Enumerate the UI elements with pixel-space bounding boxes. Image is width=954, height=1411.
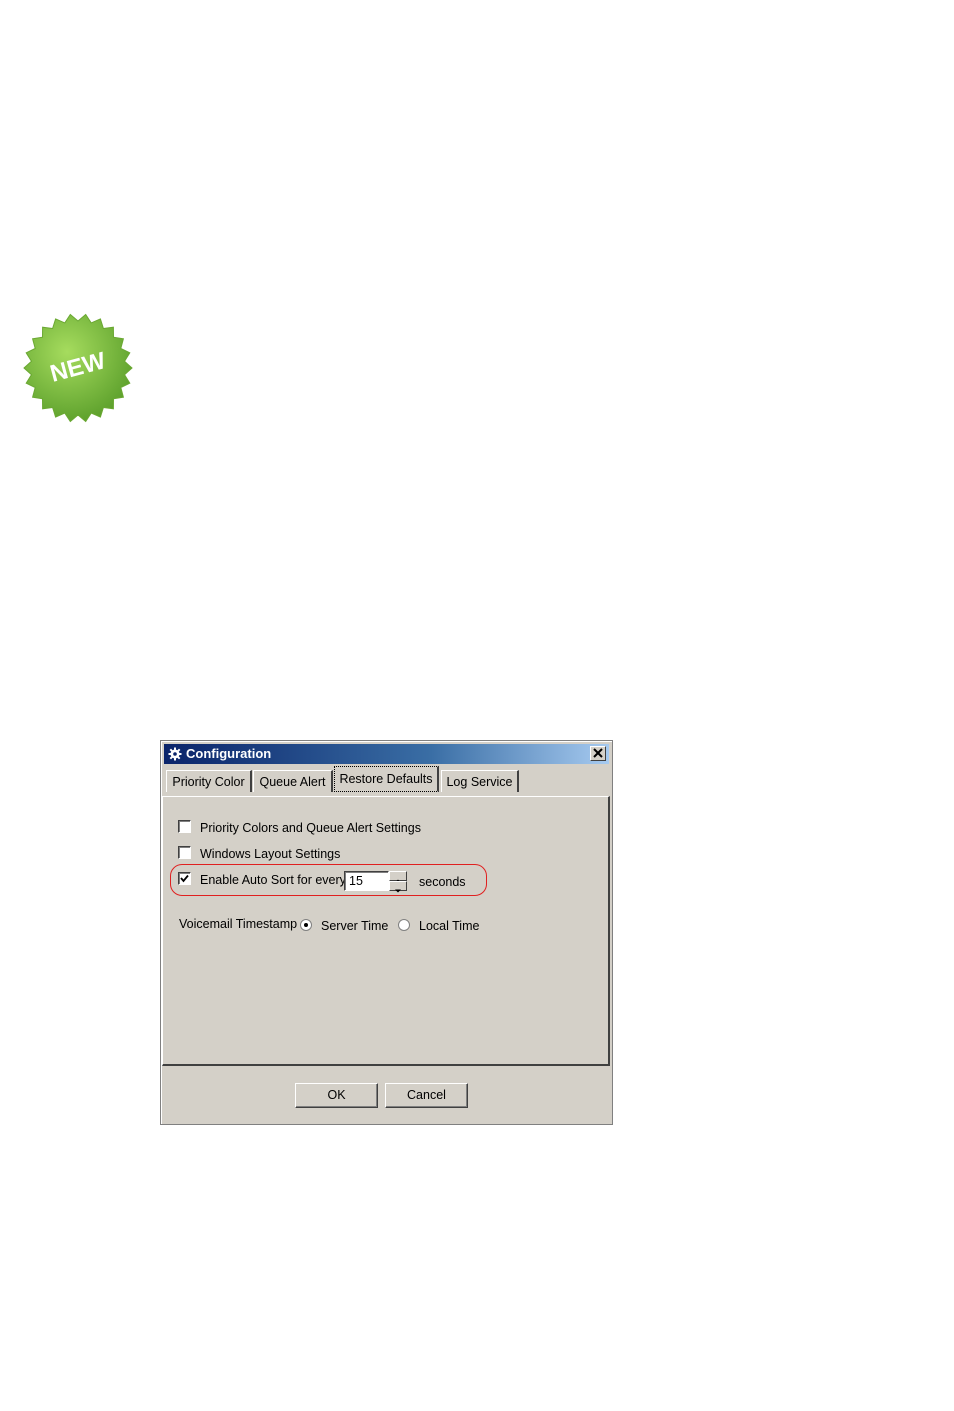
cancel-button[interactable]: Cancel bbox=[385, 1083, 468, 1108]
server-time-label: Server Time bbox=[321, 919, 389, 933]
priority-colors-label: Priority Colors and Queue Alert Settings bbox=[200, 821, 421, 835]
title-bar[interactable]: Configuration bbox=[164, 744, 609, 764]
new-badge: NEW bbox=[22, 312, 134, 424]
windows-layout-label: Windows Layout Settings bbox=[200, 847, 341, 861]
windows-layout-checkbox[interactable] bbox=[178, 846, 191, 859]
gear-icon bbox=[168, 747, 182, 761]
auto-sort-spinner bbox=[389, 871, 407, 893]
close-icon bbox=[593, 748, 603, 758]
server-time-radio[interactable] bbox=[300, 919, 312, 931]
dialog-title: Configuration bbox=[186, 746, 272, 761]
tab-log-service[interactable]: Log Service bbox=[441, 770, 519, 792]
close-button[interactable] bbox=[590, 746, 606, 761]
voicemail-timestamp-label: Voicemail Timestamp bbox=[179, 917, 298, 931]
spin-down-button[interactable] bbox=[389, 881, 407, 893]
tab-restore-defaults[interactable]: Restore Defaults bbox=[334, 766, 439, 792]
priority-colors-checkbox[interactable] bbox=[178, 820, 191, 833]
spin-up-button[interactable] bbox=[389, 871, 407, 883]
seconds-label: seconds bbox=[419, 875, 466, 889]
tab-queue-alert[interactable]: Queue Alert bbox=[253, 770, 333, 792]
auto-sort-checkbox[interactable] bbox=[178, 872, 191, 885]
arrow-down-icon bbox=[395, 889, 401, 893]
auto-sort-label: Enable Auto Sort for every bbox=[200, 873, 346, 887]
checkmark-icon bbox=[180, 874, 189, 883]
tab-priority-color[interactable]: Priority Color bbox=[166, 770, 252, 792]
auto-sort-seconds-input[interactable]: 15 bbox=[344, 871, 389, 891]
local-time-radio[interactable] bbox=[398, 919, 410, 931]
local-time-label: Local Time bbox=[419, 919, 480, 933]
ok-button[interactable]: OK bbox=[295, 1083, 378, 1108]
